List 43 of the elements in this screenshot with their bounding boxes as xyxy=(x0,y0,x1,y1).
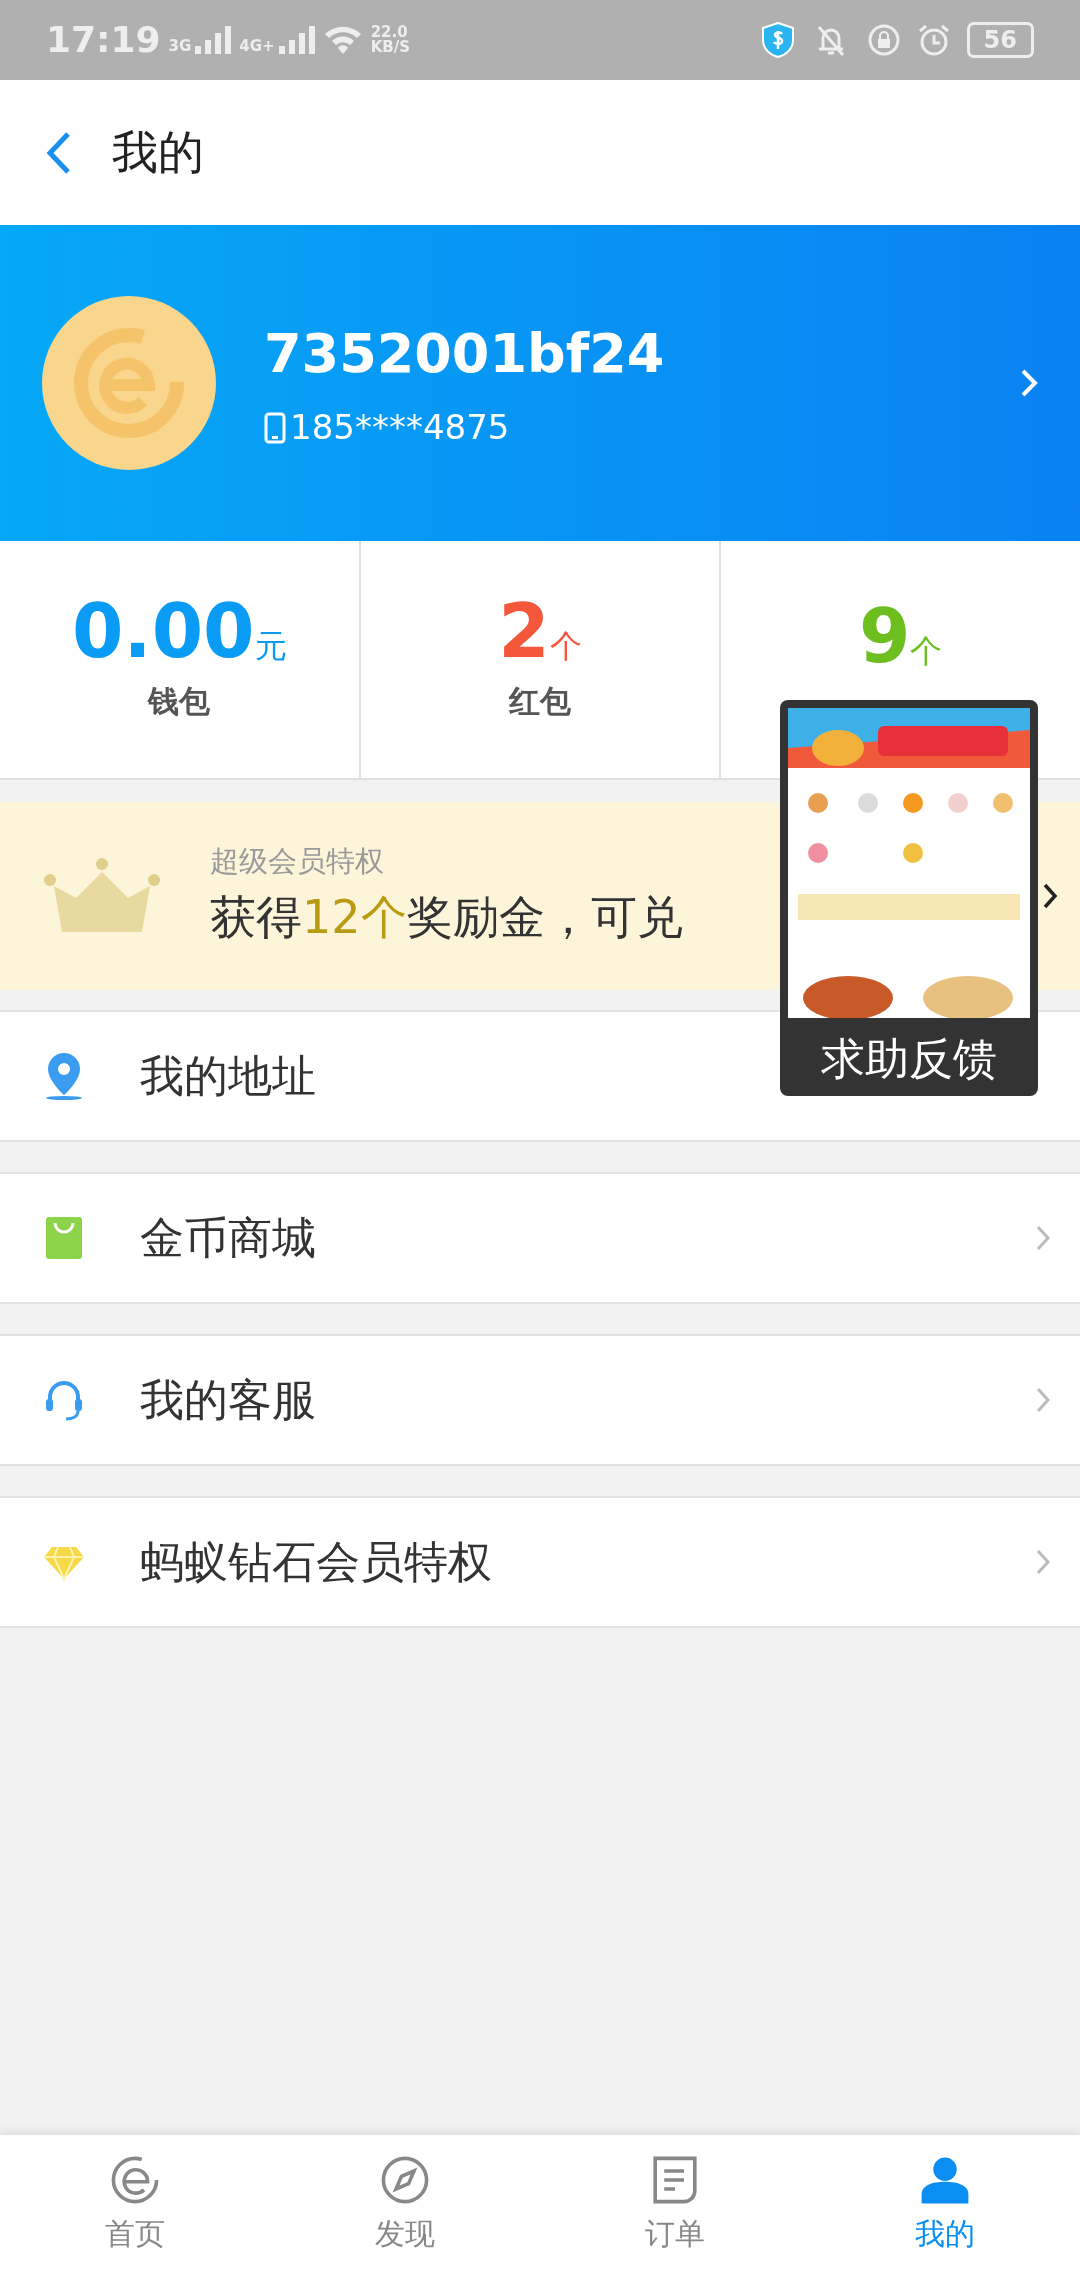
menu-label: 我的客服 xyxy=(140,1373,316,1427)
shield-icon xyxy=(760,22,795,58)
crown-icon xyxy=(42,858,162,934)
menu-item[interactable]: 金币商城 xyxy=(0,1172,1080,1304)
signal-icon xyxy=(278,26,315,54)
stat-tile[interactable]: 2 个 红包 xyxy=(360,541,722,778)
battery-level: 56 xyxy=(966,22,1034,58)
menu-item[interactable]: 我的客服 xyxy=(0,1334,1080,1466)
stat-value: 9 xyxy=(858,599,911,673)
rotation-lock-icon xyxy=(866,23,901,57)
stat-unit: 元 xyxy=(254,626,287,668)
help-label: 求助反馈 xyxy=(820,1032,998,1086)
help-popup-menu[interactable]: 求助反馈 xyxy=(780,700,1038,1096)
nav-tab[interactable]: 发现 xyxy=(270,2135,540,2280)
speed-unit: KB/S xyxy=(370,40,410,55)
user-name: 7352001bf24 xyxy=(264,321,665,387)
banner-text: 获得12个奖励金，可兑 xyxy=(210,889,683,947)
chevron-right-icon[interactable] xyxy=(1020,368,1038,398)
stat-unit: 个 xyxy=(910,631,943,672)
phone-icon xyxy=(264,411,286,444)
stat-label: 钱包 xyxy=(148,682,211,722)
menu-label: 金币商城 xyxy=(140,1211,316,1265)
stat-value: 0.00 xyxy=(72,594,255,669)
alarm-icon xyxy=(916,23,951,57)
phone-number: 185****4875 xyxy=(290,406,510,449)
stat-label: 红包 xyxy=(509,682,571,722)
network-label: 4G+ xyxy=(239,39,275,54)
speed-value: 22.0 xyxy=(370,25,408,40)
page-title: 我的 xyxy=(112,124,204,181)
network-label: 3G xyxy=(168,39,192,54)
stat-value: 2 xyxy=(498,594,550,669)
chevron-right-icon xyxy=(1042,882,1058,910)
nav-tab[interactable]: 订单 xyxy=(540,2135,810,2280)
banner-caption: 超级会员特权 xyxy=(210,842,385,880)
stat-tile[interactable]: 0.00元 钱包 xyxy=(0,541,361,778)
clock-time: 17:19 xyxy=(46,18,161,62)
stat-unit: 个 xyxy=(549,626,582,668)
signal-icon xyxy=(195,26,232,54)
menu-item[interactable]: 蚂蚁钻石会员特权 xyxy=(0,1496,1080,1628)
menu-label: 蚂蚁钻石会员特权 xyxy=(140,1535,492,1589)
menu-label: 我的地址 xyxy=(140,1049,316,1103)
nav-tab[interactable]: 首页 xyxy=(0,2135,270,2280)
back-icon[interactable] xyxy=(46,130,72,175)
